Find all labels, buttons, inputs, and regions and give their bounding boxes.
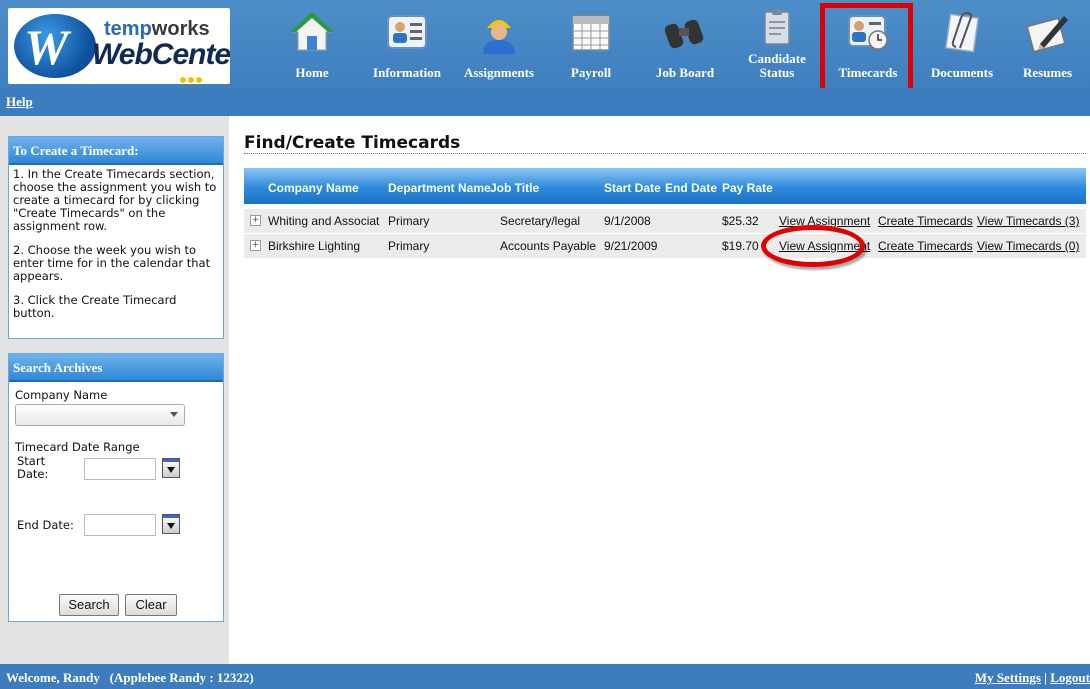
logo-brand-suffix: works	[151, 18, 210, 40]
page-title: Find/Create Timecards	[244, 133, 461, 153]
chevron-down-icon	[170, 412, 178, 417]
instructions-title: To Create a Timecard:	[9, 137, 223, 165]
tempworks-webcenter-logo[interactable]: W tempworks WebCenter	[8, 8, 230, 84]
column-end-date[interactable]: End Date	[665, 181, 717, 195]
footer-bar: Welcome, Randy (Applebee Randy : 12322) …	[0, 664, 1090, 689]
table-row: + Whiting and Associat Primary Secretary…	[244, 209, 1086, 234]
end-date-input[interactable]	[84, 514, 156, 536]
notepad-pen-icon	[1025, 16, 1068, 53]
date-range-label: Timecard Date Range	[15, 440, 140, 454]
sidebar: To Create a Timecard: 1. In the Create T…	[0, 116, 229, 664]
logo-brand-prefix: temp	[104, 18, 152, 40]
cell-start-date: 9/1/2008	[604, 214, 651, 228]
calendar-icon	[572, 15, 610, 51]
start-date-input[interactable]	[84, 458, 156, 480]
column-company-name[interactable]: Company Name	[268, 181, 359, 195]
my-settings-link[interactable]: My Settings	[975, 670, 1041, 685]
title-divider	[244, 153, 1086, 154]
nav-payroll-label: Payroll	[570, 65, 612, 80]
paperclip-icon	[944, 11, 980, 53]
cell-department: Primary	[388, 214, 430, 228]
company-name-select[interactable]	[15, 404, 185, 426]
search-archives-title: Search Archives	[9, 354, 223, 382]
cell-company: Whiting and Associat	[268, 214, 380, 228]
nav-documents[interactable]: Documents	[920, 4, 1004, 86]
footer-separator: |	[1044, 670, 1048, 685]
end-date-calendar-icon[interactable]	[162, 514, 180, 534]
column-job-title[interactable]: Job Title	[490, 181, 539, 195]
timecards-grid-header: Company Name Department Name Job Title S…	[244, 168, 1086, 204]
binoculars-icon	[664, 19, 704, 49]
instructions-text: 1. In the Create Timecards section, choo…	[9, 165, 223, 334]
help-link[interactable]: Help	[6, 94, 33, 110]
cell-job-title: Secretary/legal	[500, 214, 581, 228]
instruction-step-1: 1. In the Create Timecards section, choo…	[13, 167, 217, 233]
nav-information-label: Information	[373, 65, 441, 80]
expand-row-icon[interactable]: +	[250, 240, 261, 251]
cell-department: Primary	[388, 239, 430, 253]
view-assignment-highlight-circle	[761, 225, 865, 267]
view-timecards-link[interactable]: View Timecards (0)	[977, 239, 1079, 253]
start-date-label: Start Date:	[17, 454, 49, 481]
company-name-label: Company Name	[15, 388, 108, 402]
nav-home-label: Home	[295, 65, 329, 80]
nav-job-board-label: Job Board	[655, 65, 715, 80]
nav-resumes[interactable]: Resumes	[1005, 4, 1090, 86]
footer-links: My Settings | Logout	[975, 670, 1090, 686]
user-info: (Applebee Randy : 12322)	[109, 670, 254, 685]
nav-job-board[interactable]: Job Board	[645, 4, 725, 86]
welcome-greeting: Welcome, Randy	[6, 670, 100, 685]
cell-pay-rate: $25.32	[722, 214, 759, 228]
help-bar: Help	[0, 88, 1090, 116]
search-archives-panel: Search Archives Company Name Timecard Da…	[8, 353, 224, 622]
create-timecards-link[interactable]: Create Timecards	[878, 239, 973, 253]
expand-row-icon[interactable]: +	[250, 215, 261, 226]
cell-pay-rate: $19.70	[722, 239, 759, 253]
cell-start-date: 9/21/2009	[604, 239, 658, 253]
welcome-text: Welcome, Randy (Applebee Randy : 12322)	[6, 670, 254, 686]
view-timecards-link[interactable]: View Timecards (3)	[977, 214, 1079, 228]
start-date-calendar-icon[interactable]	[162, 458, 180, 478]
instruction-step-2: 2. Choose the week you wish to enter tim…	[13, 243, 211, 283]
nav-resumes-label: Resumes	[1022, 65, 1073, 80]
column-department-name[interactable]: Department Name	[388, 181, 491, 195]
column-start-date[interactable]: Start Date	[604, 181, 661, 195]
nav-home[interactable]: Home	[278, 4, 346, 86]
id-card-icon	[387, 15, 427, 49]
logo-w-emblem: W	[14, 14, 96, 78]
search-button[interactable]: Search	[59, 594, 119, 616]
end-date-label: End Date:	[17, 518, 74, 532]
nav-information[interactable]: Information	[363, 4, 451, 86]
nav-documents-label: Documents	[930, 65, 994, 80]
logo-letter: W	[24, 19, 69, 75]
table-row: + Birkshire Lighting Primary Accounts Pa…	[244, 234, 1086, 259]
worker-icon	[483, 20, 515, 54]
cell-company: Birkshire Lighting	[268, 239, 361, 253]
logout-link[interactable]: Logout	[1050, 670, 1090, 685]
nav-candidate-status-label: Candidate Status	[748, 51, 806, 80]
house-icon	[290, 12, 334, 51]
cell-job-title: Accounts Payable	[500, 239, 597, 253]
instructions-panel: To Create a Timecard: 1. In the Create T…	[8, 136, 224, 339]
selected-tab-highlight	[820, 3, 913, 93]
logo-dots	[180, 72, 204, 84]
nav-assignments[interactable]: Assignments	[452, 4, 546, 86]
create-timecards-link[interactable]: Create Timecards	[878, 214, 973, 228]
clear-button[interactable]: Clear	[125, 594, 177, 616]
top-navigation-bar: W tempworks WebCenter Home Information A…	[0, 0, 1090, 93]
nav-payroll[interactable]: Payroll	[558, 4, 624, 86]
instruction-step-3: 3. Click the Create Timecard button.	[13, 293, 177, 320]
clipboard-icon	[764, 9, 790, 45]
nav-assignments-label: Assignments	[463, 65, 535, 80]
logo-product-name: WebCenter	[92, 38, 230, 71]
column-pay-rate[interactable]: Pay Rate	[722, 181, 773, 195]
nav-candidate-status[interactable]: Candidate Status	[738, 4, 816, 86]
